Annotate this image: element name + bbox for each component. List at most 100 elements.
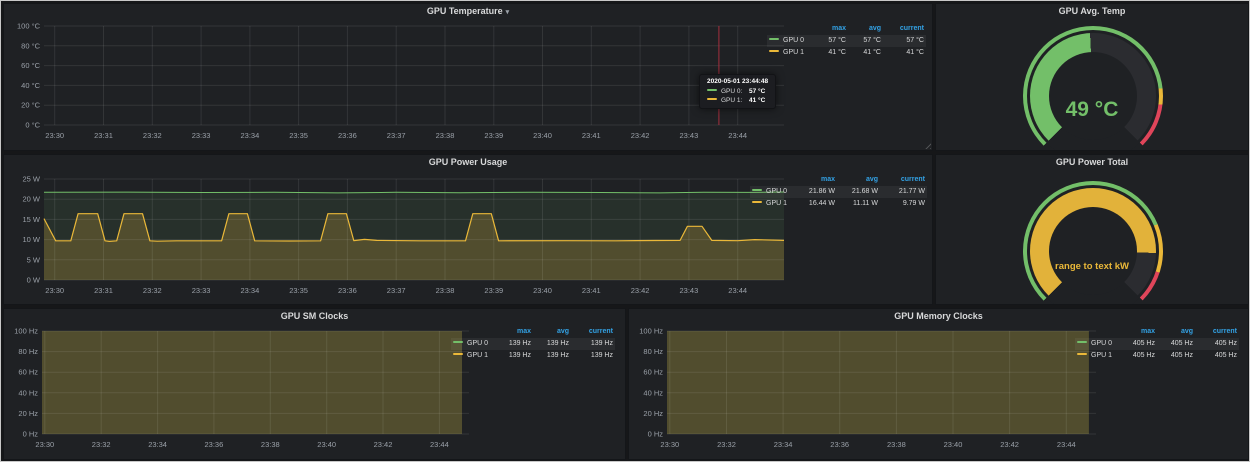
svg-text:80 Hz: 80 Hz [643,347,663,356]
svg-text:23:34: 23:34 [241,131,260,140]
tooltip-series-label: GPU 1: [707,96,745,105]
series-swatch-icon [769,50,779,52]
panel-header-gpu-temperature[interactable]: GPU Temperature▾ [4,4,932,19]
svg-text:23:31: 23:31 [94,131,113,140]
series-swatch-icon [1077,353,1087,355]
legend-col-header[interactable]: current [574,326,613,338]
svg-text:23:30: 23:30 [45,286,64,295]
legend-row[interactable]: GPU 1 16.44 W 11.11 W 9.79 W [750,198,927,210]
panel-header-gpu-memory-clocks[interactable]: GPU Memory Clocks [629,309,1248,324]
tooltip-row: GPU 1: 41 °C [707,96,768,105]
legend-value: 139 Hz [574,338,613,350]
panel-header-gpu-sm-clocks[interactable]: GPU SM Clocks [4,309,625,324]
svg-text:100 Hz: 100 Hz [639,327,663,336]
svg-text:80 °C: 80 °C [21,41,40,50]
svg-text:60 Hz: 60 Hz [643,368,663,377]
legend-col-header[interactable]: max [816,23,846,35]
svg-text:60 Hz: 60 Hz [18,368,38,377]
legend-col-header[interactable]: avg [1160,326,1193,338]
legend-series-name[interactable]: GPU 0 [752,186,792,198]
legend-series-name[interactable]: GPU 1 [453,350,493,362]
legend-value: 21.77 W [883,186,925,198]
legend-series-name[interactable]: GPU 0 [453,338,493,350]
tooltip-row: GPU 0: 57 °C [707,87,768,96]
svg-text:5 W: 5 W [27,255,41,264]
svg-text:23:43: 23:43 [680,286,699,295]
panel-header-gpu-avg-temp[interactable]: GPU Avg. Temp [936,4,1248,19]
legend-row[interactable]: GPU 057 °C57 °C57 °C [767,35,926,47]
legend-value: 16.44 W [797,198,835,210]
panel-gpu-power-total: GPU Power Total range to text kW [935,154,1249,305]
legend-row[interactable]: GPU 0405 Hz405 Hz405 Hz [1075,338,1239,350]
legend-col-header[interactable]: max [498,326,531,338]
legend-value: 9.79 W [883,198,925,210]
svg-text:23:31: 23:31 [94,286,113,295]
legend-value: 405 Hz [1198,350,1237,362]
panel-gpu-power-usage: GPU Power Usage 25 W20 W15 W10 W5 W0 W23… [3,154,933,305]
legend-series-name[interactable]: GPU 0 [769,35,811,47]
legend-row[interactable]: GPU 1139 Hz139 Hz139 Hz [451,350,615,362]
legend-row[interactable]: GPU 141 °C41 °C41 °C [767,47,926,59]
svg-text:23:42: 23:42 [631,131,650,140]
svg-text:15 W: 15 W [22,215,40,224]
svg-text:100 Hz: 100 Hz [14,327,38,336]
panel-title: GPU SM Clocks [281,311,349,321]
panel-title: GPU Avg. Temp [1059,6,1126,16]
legend-col-header[interactable]: current [883,174,925,186]
svg-text:23:36: 23:36 [338,286,357,295]
series-swatch-icon [453,353,463,355]
tooltip-series-label: GPU 0: [707,87,745,96]
legend-value: 139 Hz [536,350,569,362]
panel-header-gpu-power-total[interactable]: GPU Power Total [936,155,1248,170]
gauge-gpu-power-total [1023,181,1163,305]
svg-text:23:38: 23:38 [436,286,455,295]
svg-text:23:30: 23:30 [660,440,679,449]
legend-col-header[interactable]: avg [536,326,569,338]
panel-header-gpu-power-usage[interactable]: GPU Power Usage [4,155,932,170]
legend-col-header[interactable]: current [886,23,924,35]
legend-value: 139 Hz [536,338,569,350]
svg-text:40 Hz: 40 Hz [643,388,663,397]
gauge-gpu-avg-temp [1023,26,1163,151]
legend-value: 57 °C [886,35,924,47]
legend-col-header[interactable]: avg [851,23,881,35]
gpu-power-usage-chart[interactable]: 25 W20 W15 W10 W5 W0 W23:3023:3123:3223:… [6,170,792,305]
legend-row[interactable]: GPU 1405 Hz405 Hz405 Hz [1075,350,1239,362]
svg-text:0 Hz: 0 Hz [648,430,664,439]
svg-text:23:34: 23:34 [774,440,793,449]
gpu-sm-clocks-legend: maxavgcurrentGPU 0139 Hz139 Hz139 HzGPU … [451,326,615,362]
chart-tooltip: 2020-05-01 23:44:48 GPU 0: 57 °C GPU 1: … [699,74,776,109]
legend-col-header[interactable]: max [797,174,835,186]
svg-text:20 Hz: 20 Hz [643,409,663,418]
svg-text:23:44: 23:44 [1057,440,1076,449]
gpu-sm-clocks-chart[interactable]: 100 Hz80 Hz60 Hz40 Hz20 Hz0 Hz23:3023:32… [6,324,474,460]
svg-text:23:34: 23:34 [148,440,167,449]
svg-text:23:35: 23:35 [289,131,308,140]
series-swatch-icon [752,189,762,191]
gpu-temperature-chart[interactable]: 100 °C80 °C60 °C40 °C20 °C0 °C23:3023:31… [6,19,792,151]
svg-text:23:39: 23:39 [484,286,503,295]
legend-value: 11.11 W [840,198,878,210]
svg-text:23:36: 23:36 [338,131,357,140]
legend-col-header[interactable]: max [1122,326,1155,338]
legend-row[interactable]: GPU 0139 Hz139 Hz139 Hz [451,338,615,350]
svg-text:23:40: 23:40 [317,440,336,449]
legend-row[interactable]: GPU 021.86 W21.68 W21.77 W [750,186,927,198]
legend-series-name[interactable]: GPU 1 [1077,350,1117,362]
tooltip-value: 41 °C [749,96,768,105]
legend-col-header[interactable]: current [1198,326,1237,338]
gpu-memory-clocks-chart[interactable]: 100 Hz 80 Hz 60 Hz 40 Hz 20 Hz 0 Hz23:30 23:32… [631,324,1101,460]
resize-handle[interactable] [924,142,931,149]
svg-text:23:32: 23:32 [717,440,736,449]
legend-col-header[interactable]: avg [840,174,878,186]
legend-series-name[interactable]: GPU 0 [1077,338,1117,350]
svg-text:25 W: 25 W [22,175,40,184]
legend-value: 405 Hz [1160,338,1193,350]
svg-text:23:32: 23:32 [92,440,111,449]
legend-series-name[interactable]: GPU 1 [769,47,811,59]
legend-series-name[interactable]: GPU 1 [752,198,792,210]
panel-title: GPU Power Total [1056,157,1128,167]
gauge-value: 49 °C [936,98,1248,122]
legend-value: 139 Hz [498,350,531,362]
panel-title: GPU Temperature [427,6,503,16]
